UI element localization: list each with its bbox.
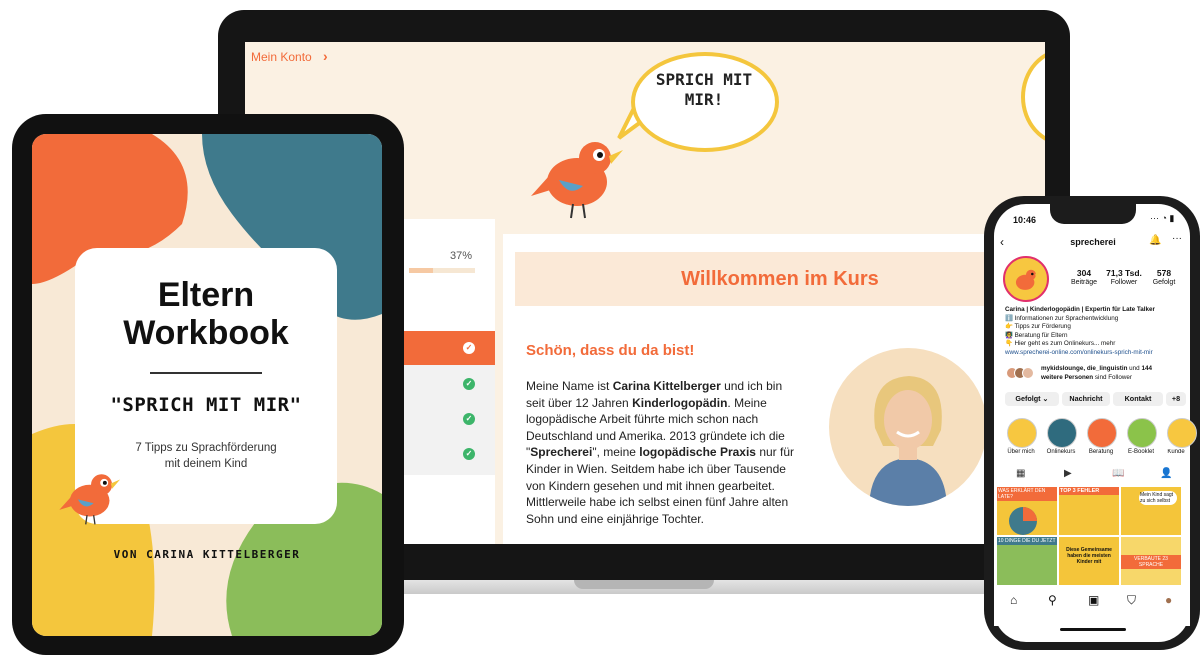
bird-mascot-icon <box>59 474 121 525</box>
phone-notch <box>1050 204 1136 224</box>
check-circle-icon: ✓ <box>463 413 475 425</box>
profile-icon[interactable]: ● <box>1165 593 1172 607</box>
breadcrumb-my-account[interactable]: Mein Konto <box>251 50 312 64</box>
following-button[interactable]: Gefolgt ⌄ <box>1005 392 1059 406</box>
status-icons: ··· ◔ ▮ <box>1150 213 1175 223</box>
check-circle-icon: ✓ <box>463 342 475 354</box>
followed-by-text[interactable]: mykidslounge, die_linguistin und 144 wei… <box>1041 365 1191 382</box>
avatar[interactable] <box>1003 256 1049 302</box>
reels-icon[interactable]: ▣ <box>1088 593 1099 607</box>
post-tile[interactable]: Mein Kind sagt zu sich selbst <box>1120 486 1182 536</box>
post-tile[interactable]: WAS ERKLÄRT DEN LATE? <box>996 486 1058 536</box>
check-circle-icon: ✓ <box>463 448 475 460</box>
status-time: 10:46 <box>1013 215 1037 225</box>
highlight-label[interactable]: Beratung <box>1081 449 1121 455</box>
highlight-customer-icon[interactable] <box>1167 418 1197 448</box>
chevron-right-icon[interactable]: › <box>323 48 328 64</box>
section-heading: Schön, dass du da bist! <box>526 342 695 359</box>
post-tile[interactable]: 10 DINGE DIE DU JETZT <box>996 536 1058 586</box>
post-tile[interactable]: VERBAUTE 23 SPRACHE <box>1120 536 1182 586</box>
stat-followers-label[interactable]: Follower <box>1102 279 1146 286</box>
guides-tab-icon[interactable]: 📖 <box>1112 468 1124 479</box>
back-icon[interactable]: ‹ <box>1000 235 1004 249</box>
workbook-subtitle: "SPRICH MIT MIR" <box>110 394 302 416</box>
highlight-label[interactable]: Kunde <box>1161 449 1191 455</box>
bell-icon[interactable]: 🔔 <box>1149 235 1161 246</box>
add-person-button[interactable]: +⁠8 <box>1166 392 1186 406</box>
highlight-label[interactable]: Über mich <box>1001 449 1041 455</box>
grid-tab-icon[interactable]: ▦ <box>1016 468 1025 479</box>
home-indicator <box>1060 628 1126 631</box>
workbook-author: VON CARINA KITTELBERGER <box>113 548 301 561</box>
post-tile[interactable]: Diese Gemeinsame haben die meisten Kinde… <box>1058 536 1120 586</box>
stat-posts-label: Beiträge <box>1070 279 1098 286</box>
sidebar-item-active[interactable] <box>401 331 495 365</box>
highlight-label[interactable]: E-Booklet <box>1121 449 1161 455</box>
post-tile[interactable]: TOP 3 FEHLER <box>1058 486 1120 536</box>
contact-button[interactable]: Kontakt <box>1113 392 1163 406</box>
welcome-title: Willkommen im Kurs <box>681 268 879 290</box>
sidebar-lesson-list <box>401 365 495 475</box>
stat-following-value[interactable]: 578 <box>1142 268 1186 278</box>
stat-following-label[interactable]: Gefolgt <box>1142 279 1186 286</box>
workbook-title: Eltern Workbook <box>123 276 289 352</box>
intro-paragraph: Meine Name ist Carina Kittelberger und i… <box>526 379 794 526</box>
tagged-tab-icon[interactable]: 👤 <box>1160 468 1172 479</box>
highlight-ebooklet-icon[interactable] <box>1127 418 1157 448</box>
speech-bubble-text: SPRICH MIT MIR! <box>655 70 753 109</box>
highlight-consulting-icon[interactable] <box>1087 418 1117 448</box>
home-icon[interactable]: ⌂ <box>1010 593 1017 607</box>
bio-link[interactable]: www.sprecherei-online.com/onlinekurs-spr… <box>1005 349 1190 358</box>
message-button[interactable]: Nachricht <box>1062 392 1110 406</box>
profile-bio: Carina | Kinderlogopädin | Expertin für … <box>1005 306 1190 357</box>
speech-bubble-partial <box>1021 48 1045 146</box>
title-divider <box>150 372 262 374</box>
shop-icon[interactable]: ⛉ <box>1127 593 1136 608</box>
more-icon[interactable]: ··· <box>1172 233 1182 244</box>
stat-posts-value: 304 <box>1076 268 1092 278</box>
highlight-label[interactable]: Onlinekurs <box>1041 449 1081 455</box>
author-portrait <box>829 348 987 506</box>
highlight-course-icon[interactable] <box>1047 418 1077 448</box>
follower-avatar <box>1022 367 1034 379</box>
progress-fill <box>409 268 434 273</box>
check-circle-icon: ✓ <box>463 378 475 390</box>
stat-followers-value[interactable]: 71,3 Tsd. <box>1102 268 1146 278</box>
search-icon[interactable]: ⚲ <box>1048 593 1057 607</box>
laptop-notch <box>574 580 714 589</box>
profile-username: sprecherei <box>1070 237 1116 247</box>
highlight-about-icon[interactable] <box>1007 418 1037 448</box>
bird-mascot-icon <box>531 142 623 219</box>
reels-tab-icon[interactable]: ▶ <box>1064 468 1072 479</box>
progress-percent: 37% <box>450 250 473 262</box>
workbook-description: 7 Tipps zu Sprachförderung mit deinem Ki… <box>135 442 277 470</box>
